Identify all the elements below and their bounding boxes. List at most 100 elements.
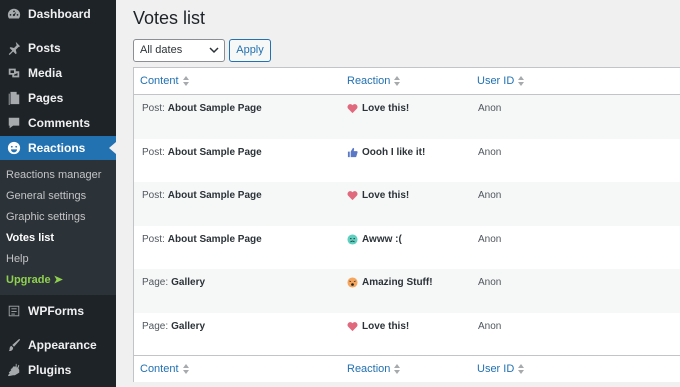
content-title[interactable]: Gallery <box>171 277 205 288</box>
content-cell: Post: About Sample Page <box>142 190 262 201</box>
page-title: Votes list <box>133 8 206 28</box>
reaction-label: Love this! <box>362 103 410 114</box>
table-row: Post: About Sample Page Awww :( Anon <box>134 226 680 270</box>
menu-appearance[interactable]: Appearance <box>0 332 116 357</box>
table-row: Page: Gallery Amazing Stuff! Anon <box>134 269 680 313</box>
sort-icon <box>182 76 190 86</box>
table-row: Post: About Sample Page Love this! Anon <box>134 95 680 139</box>
user-cell: Anon <box>478 103 502 114</box>
reaction-cell: Awww :( <box>347 234 402 245</box>
menu-label: WPForms <box>28 303 85 318</box>
content-cell: Post: About Sample Page <box>142 147 262 158</box>
content-cell: Post: About Sample Page <box>142 234 262 245</box>
column-header-user-id[interactable]: User ID <box>477 75 525 87</box>
dashboard-icon <box>4 6 24 22</box>
heart-icon <box>347 321 358 331</box>
content-title[interactable]: About Sample Page <box>168 147 262 158</box>
submenu-upgrade[interactable]: Upgrade ➤ <box>0 270 116 291</box>
content-title[interactable]: About Sample Page <box>168 103 262 114</box>
menu-pages[interactable]: Pages <box>0 85 116 110</box>
sort-icon <box>518 76 525 86</box>
menu-label: Dashboard <box>28 6 91 21</box>
content-title[interactable]: Gallery <box>171 321 205 332</box>
submenu-reactions-manager[interactable]: Reactions manager <box>0 165 116 186</box>
reaction-label: Amazing Stuff! <box>362 277 433 288</box>
table-row: Post: About Sample Page Love this! Anon <box>134 182 680 226</box>
submenu-graphic-settings[interactable]: Graphic settings <box>0 207 116 228</box>
menu-media[interactable]: Media <box>0 60 116 85</box>
comment-icon <box>4 115 24 131</box>
sad-face-icon <box>347 233 358 245</box>
content-title[interactable]: About Sample Page <box>168 190 262 201</box>
date-filter-select[interactable]: All dates <box>133 39 225 62</box>
submenu-votes-list[interactable]: Votes list <box>0 228 116 249</box>
menu-label: Appearance <box>28 337 97 352</box>
date-filter-value: All dates <box>140 44 183 56</box>
sort-icon <box>394 364 401 374</box>
menu-comments[interactable]: Comments <box>0 110 116 135</box>
pin-icon <box>4 40 24 56</box>
column-label: Reaction <box>347 363 391 375</box>
main-content: Votes list All dates Apply Content React… <box>116 0 680 387</box>
column-header-content[interactable]: Content <box>140 75 190 87</box>
content-title[interactable]: About Sample Page <box>168 234 262 245</box>
chevron-down-icon <box>209 47 219 54</box>
reactions-icon <box>4 140 24 156</box>
column-footer-user-id[interactable]: User ID <box>477 363 525 375</box>
pages-icon <box>4 90 24 106</box>
submenu-general-settings[interactable]: General settings <box>0 186 116 207</box>
reaction-label: Love this! <box>362 320 410 332</box>
admin-sidebar: Dashboard Posts Media Pages Comments Rea… <box>0 0 116 387</box>
media-icon <box>4 65 24 81</box>
content-type: Post: <box>142 233 165 245</box>
table-footer: Content Reaction User ID <box>134 355 680 382</box>
votes-table: Content Reaction User ID Post: About Samp… <box>133 67 680 382</box>
menu-label: Pages <box>28 90 64 105</box>
sort-icon <box>518 364 525 374</box>
user-cell: Anon <box>478 190 502 201</box>
menu-label: Posts <box>28 40 61 55</box>
menu-label: Media <box>28 65 63 80</box>
reaction-cell: Love this! <box>347 190 409 201</box>
heart-icon <box>347 104 358 114</box>
column-label: Content <box>140 363 179 375</box>
content-type: Post: <box>142 146 165 158</box>
user-cell: Anon <box>478 320 502 332</box>
reaction-cell: Amazing Stuff! <box>347 277 433 288</box>
column-footer-content[interactable]: Content <box>140 363 190 375</box>
menu-plugins[interactable]: Plugins <box>0 357 116 382</box>
column-footer-reaction[interactable]: Reaction <box>347 363 401 375</box>
content-cell: Page: Gallery <box>142 277 205 288</box>
column-label: User ID <box>477 363 515 375</box>
column-label: User ID <box>477 75 515 87</box>
apply-button[interactable]: Apply <box>229 39 271 62</box>
brush-icon <box>4 337 24 353</box>
column-label: Reaction <box>347 75 391 87</box>
column-header-reaction[interactable]: Reaction <box>347 75 401 87</box>
column-label: Content <box>140 75 179 87</box>
reaction-label: Love this! <box>362 190 410 201</box>
submenu-help[interactable]: Help <box>0 249 116 270</box>
reaction-label: Oooh I like it! <box>362 146 426 158</box>
menu-label: Comments <box>28 115 91 130</box>
reaction-label: Awww :( <box>362 233 402 245</box>
menu-reactions[interactable]: Reactions <box>0 136 116 160</box>
menu-posts[interactable]: Posts <box>0 35 116 60</box>
reaction-cell: Love this! <box>347 103 409 114</box>
sort-icon <box>394 76 401 86</box>
menu-dashboard[interactable]: Dashboard <box>0 1 116 26</box>
content-type: Page: <box>142 277 169 288</box>
content-type: Post: <box>142 190 165 201</box>
user-cell: Anon <box>478 233 502 245</box>
reaction-cell: Oooh I like it! <box>347 147 425 158</box>
wpforms-icon <box>4 303 24 319</box>
sort-icon <box>182 364 190 374</box>
table-header: Content Reaction User ID <box>134 68 680 95</box>
menu-label: Reactions <box>28 141 86 155</box>
table-row: Page: Gallery Love this! Anon <box>134 313 680 357</box>
menu-label: Plugins <box>28 362 72 377</box>
menu-wpforms[interactable]: WPForms <box>0 298 116 323</box>
content-cell: Post: About Sample Page <box>142 103 262 114</box>
reaction-cell: Love this! <box>347 321 409 332</box>
plugin-icon <box>4 362 24 378</box>
